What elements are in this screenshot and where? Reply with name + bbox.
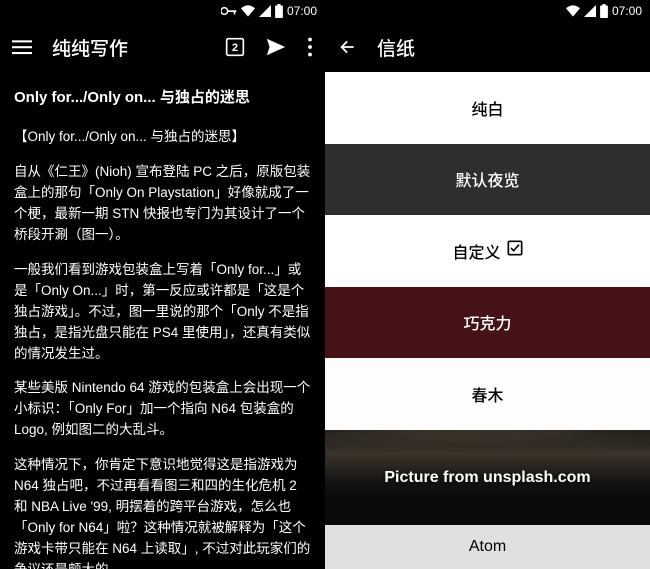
wifi-icon	[241, 5, 255, 17]
theme-label: Atom	[469, 538, 506, 556]
more-icon[interactable]	[307, 37, 313, 57]
theme-white[interactable]: 纯白	[325, 72, 650, 144]
toolbar-actions: 2	[225, 36, 313, 58]
theme-label: Picture from unsplash.com	[384, 469, 590, 487]
theme-night[interactable]: 默认夜览	[325, 144, 650, 216]
battery-icon	[600, 4, 608, 18]
clock: 07:00	[287, 4, 317, 18]
app-bar-left: 纯纯写作 2	[0, 22, 325, 72]
signal-icon	[584, 5, 596, 17]
article-content[interactable]: Only for.../Only on... 与独占的迷思 【Only for.…	[0, 72, 325, 569]
theme-custom[interactable]: 自定义	[325, 215, 650, 287]
svg-text:2: 2	[232, 42, 238, 54]
theme-spring[interactable]: 春木	[325, 358, 650, 430]
status-bar: 07:00	[0, 0, 325, 22]
article-title: Only for.../Only on... 与独占的迷思	[14, 86, 311, 109]
theme-atom[interactable]: Atom	[325, 525, 650, 569]
paragraph: 某些美版 Nintendo 64 游戏的包装盒上会出现一个小标识：「Only F…	[14, 378, 311, 441]
app-title: 纯纯写作	[52, 34, 225, 61]
check-icon	[507, 240, 523, 261]
paragraph: 一般我们看到游戏包装盒上写着「Only for...」或是「Only On...…	[14, 260, 311, 365]
paragraph: 自从《仁王》(Nioh) 宣布登陆 PC 之后，原版包装盒上的那句「Only O…	[14, 162, 311, 246]
theme-label: 纯白	[471, 96, 503, 120]
theme-label: 自定义	[452, 239, 500, 263]
back-icon[interactable]	[337, 37, 357, 57]
left-screen: 07:00 纯纯写作 2 Only for.../Only on... 与独占的…	[0, 0, 325, 569]
clock: 07:00	[612, 4, 642, 18]
theme-chocolate[interactable]: 巧克力	[325, 287, 650, 359]
app-bar-right: 信纸	[325, 22, 650, 72]
paragraph: 【Only for.../Only on... 与独占的迷思】	[14, 127, 311, 148]
wifi-icon	[566, 5, 580, 17]
right-screen: 07:00 信纸 纯白 默认夜览 自定义 巧克力 春木 Picture from…	[325, 0, 650, 569]
battery-icon	[275, 4, 283, 18]
badge-icon[interactable]: 2	[225, 37, 245, 57]
send-icon[interactable]	[265, 36, 287, 58]
signal-icon	[259, 5, 271, 17]
vpn-key-icon	[221, 6, 237, 16]
theme-label: 巧克力	[463, 310, 511, 334]
theme-label: 春木	[471, 382, 503, 406]
theme-picture[interactable]: Picture from unsplash.com	[325, 430, 650, 525]
app-title: 信纸	[377, 34, 638, 61]
menu-icon[interactable]	[12, 37, 32, 57]
theme-label: 默认夜览	[455, 167, 519, 191]
paragraph: 这种情况下，你肯定下意识地觉得这是指游戏为 N64 独占吧，不过再看看图三和四的…	[14, 455, 311, 569]
status-bar: 07:00	[325, 0, 650, 22]
theme-list: 纯白 默认夜览 自定义 巧克力 春木 Picture from unsplash…	[325, 72, 650, 569]
